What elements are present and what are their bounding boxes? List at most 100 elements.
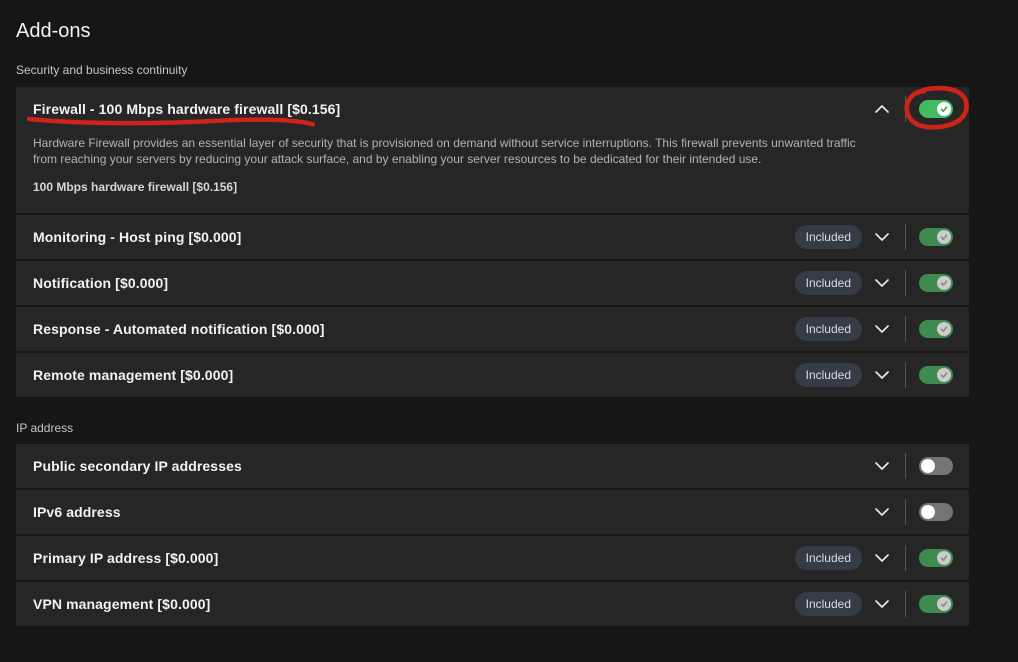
- addon-row-firewall: Firewall - 100 Mbps hardware firewall [$…: [16, 87, 969, 213]
- addon-title: Response - Automated notification [$0.00…: [33, 321, 325, 337]
- check-icon: [939, 553, 949, 563]
- toggle-switch[interactable]: [919, 274, 953, 292]
- toggle-switch[interactable]: [919, 503, 953, 521]
- included-badge: Included: [795, 592, 862, 616]
- addon-row-header[interactable]: Public secondary IP addresses: [16, 444, 969, 488]
- toggle-knob: [921, 459, 935, 473]
- row-controls: [875, 453, 953, 479]
- toggle-knob: [937, 551, 951, 565]
- addon-row-public-secondary-ip-addresses: Public secondary IP addresses: [16, 444, 969, 488]
- toggle-switch[interactable]: [919, 320, 953, 338]
- toggle-knob: [937, 276, 951, 290]
- chevron-down-icon[interactable]: [875, 233, 889, 241]
- toggle-switch[interactable]: [919, 549, 953, 567]
- toggle-knob: [937, 597, 951, 611]
- chevron-down-icon[interactable]: [875, 600, 889, 608]
- chevron-down-icon[interactable]: [875, 279, 889, 287]
- row-controls: Included: [795, 270, 953, 296]
- divider: [905, 224, 906, 250]
- addon-title: Firewall - 100 Mbps hardware firewall [$…: [33, 101, 340, 117]
- addon-row-ipv6-address: IPv6 address: [16, 490, 969, 534]
- included-badge: Included: [795, 225, 862, 249]
- addon-description: Hardware Firewall provides an essential …: [33, 135, 859, 167]
- toggle-knob: [937, 230, 951, 244]
- chevron-up-icon[interactable]: [875, 105, 889, 113]
- toggle-switch[interactable]: [919, 100, 953, 118]
- chevron-down-icon[interactable]: [875, 554, 889, 562]
- check-icon: [939, 324, 949, 334]
- addon-title: IPv6 address: [33, 504, 121, 520]
- addon-row-vpn-management: VPN management [$0.000] Included: [16, 582, 969, 626]
- divider: [905, 591, 906, 617]
- addon-list: Firewall - 100 Mbps hardware firewall [$…: [16, 87, 969, 397]
- toggle-area: [919, 549, 953, 567]
- toggle-switch[interactable]: [919, 595, 953, 613]
- addon-title: Monitoring - Host ping [$0.000]: [33, 229, 241, 245]
- check-icon: [939, 278, 949, 288]
- divider: [905, 545, 906, 571]
- toggle-knob: [921, 505, 935, 519]
- included-badge: Included: [795, 546, 862, 570]
- included-badge: Included: [795, 271, 862, 295]
- included-badge: Included: [795, 317, 862, 341]
- toggle-area: [919, 274, 953, 292]
- divider: [905, 270, 906, 296]
- check-icon: [939, 370, 949, 380]
- section-ip-address: IP address Public secondary IP addresses: [16, 420, 1018, 626]
- chevron-down-icon[interactable]: [875, 371, 889, 379]
- chevron-down-icon[interactable]: [875, 462, 889, 470]
- toggle-switch[interactable]: [919, 457, 953, 475]
- toggle-switch[interactable]: [919, 366, 953, 384]
- addon-title: Public secondary IP addresses: [33, 458, 242, 474]
- addon-row-header[interactable]: VPN management [$0.000] Included: [16, 582, 969, 626]
- addon-row-header[interactable]: Monitoring - Host ping [$0.000] Included: [16, 215, 969, 259]
- check-icon: [939, 232, 949, 242]
- toggle-area: [919, 595, 953, 613]
- toggle-area: [919, 457, 953, 475]
- selected-option-label: 100 Mbps hardware firewall [$0.156]: [33, 179, 859, 195]
- addon-details: Hardware Firewall provides an essential …: [16, 131, 969, 213]
- row-controls: Included: [795, 545, 953, 571]
- section-label: Security and business continuity: [16, 62, 1018, 78]
- addon-title: Primary IP address [$0.000]: [33, 550, 218, 566]
- row-controls: Included: [795, 591, 953, 617]
- addon-row-response-automated-notification: Response - Automated notification [$0.00…: [16, 307, 969, 351]
- toggle-area: [919, 320, 953, 338]
- addon-title: VPN management [$0.000]: [33, 596, 210, 612]
- addon-row-header[interactable]: IPv6 address: [16, 490, 969, 534]
- addon-title: Notification [$0.000]: [33, 275, 168, 291]
- addon-row-header[interactable]: Remote management [$0.000] Included: [16, 353, 969, 397]
- red-underline-annotation: [27, 115, 315, 129]
- addon-row-header[interactable]: Notification [$0.000] Included: [16, 261, 969, 305]
- addon-row-monitoring-host-ping: Monitoring - Host ping [$0.000] Included: [16, 215, 969, 259]
- toggle-area: [919, 366, 953, 384]
- toggle-area: [919, 228, 953, 246]
- addon-row-header[interactable]: Firewall - 100 Mbps hardware firewall [$…: [16, 87, 969, 131]
- divider: [905, 362, 906, 388]
- check-icon: [939, 104, 949, 114]
- chevron-down-icon[interactable]: [875, 325, 889, 333]
- divider: [905, 453, 906, 479]
- toggle-knob: [937, 102, 951, 116]
- toggle-switch[interactable]: [919, 228, 953, 246]
- addon-row-primary-ip-address: Primary IP address [$0.000] Included: [16, 536, 969, 580]
- row-controls: Included: [795, 316, 953, 342]
- row-controls: Included: [795, 224, 953, 250]
- included-badge: Included: [795, 363, 862, 387]
- toggle-area: [919, 100, 953, 118]
- addon-row-header[interactable]: Response - Automated notification [$0.00…: [16, 307, 969, 351]
- divider: [905, 499, 906, 525]
- divider: [905, 96, 906, 122]
- addon-row-header[interactable]: Primary IP address [$0.000] Included: [16, 536, 969, 580]
- addon-row-notification: Notification [$0.000] Included: [16, 261, 969, 305]
- divider: [905, 316, 906, 342]
- addon-list: Public secondary IP addresses: [16, 444, 969, 626]
- addon-row-remote-management: Remote management [$0.000] Included: [16, 353, 969, 397]
- page-title: Add-ons: [16, 18, 1018, 44]
- toggle-knob: [937, 368, 951, 382]
- addons-page: Add-ons Security and business continuity…: [0, 0, 1018, 626]
- row-controls: [875, 499, 953, 525]
- chevron-down-icon[interactable]: [875, 508, 889, 516]
- toggle-knob: [937, 322, 951, 336]
- check-icon: [939, 599, 949, 609]
